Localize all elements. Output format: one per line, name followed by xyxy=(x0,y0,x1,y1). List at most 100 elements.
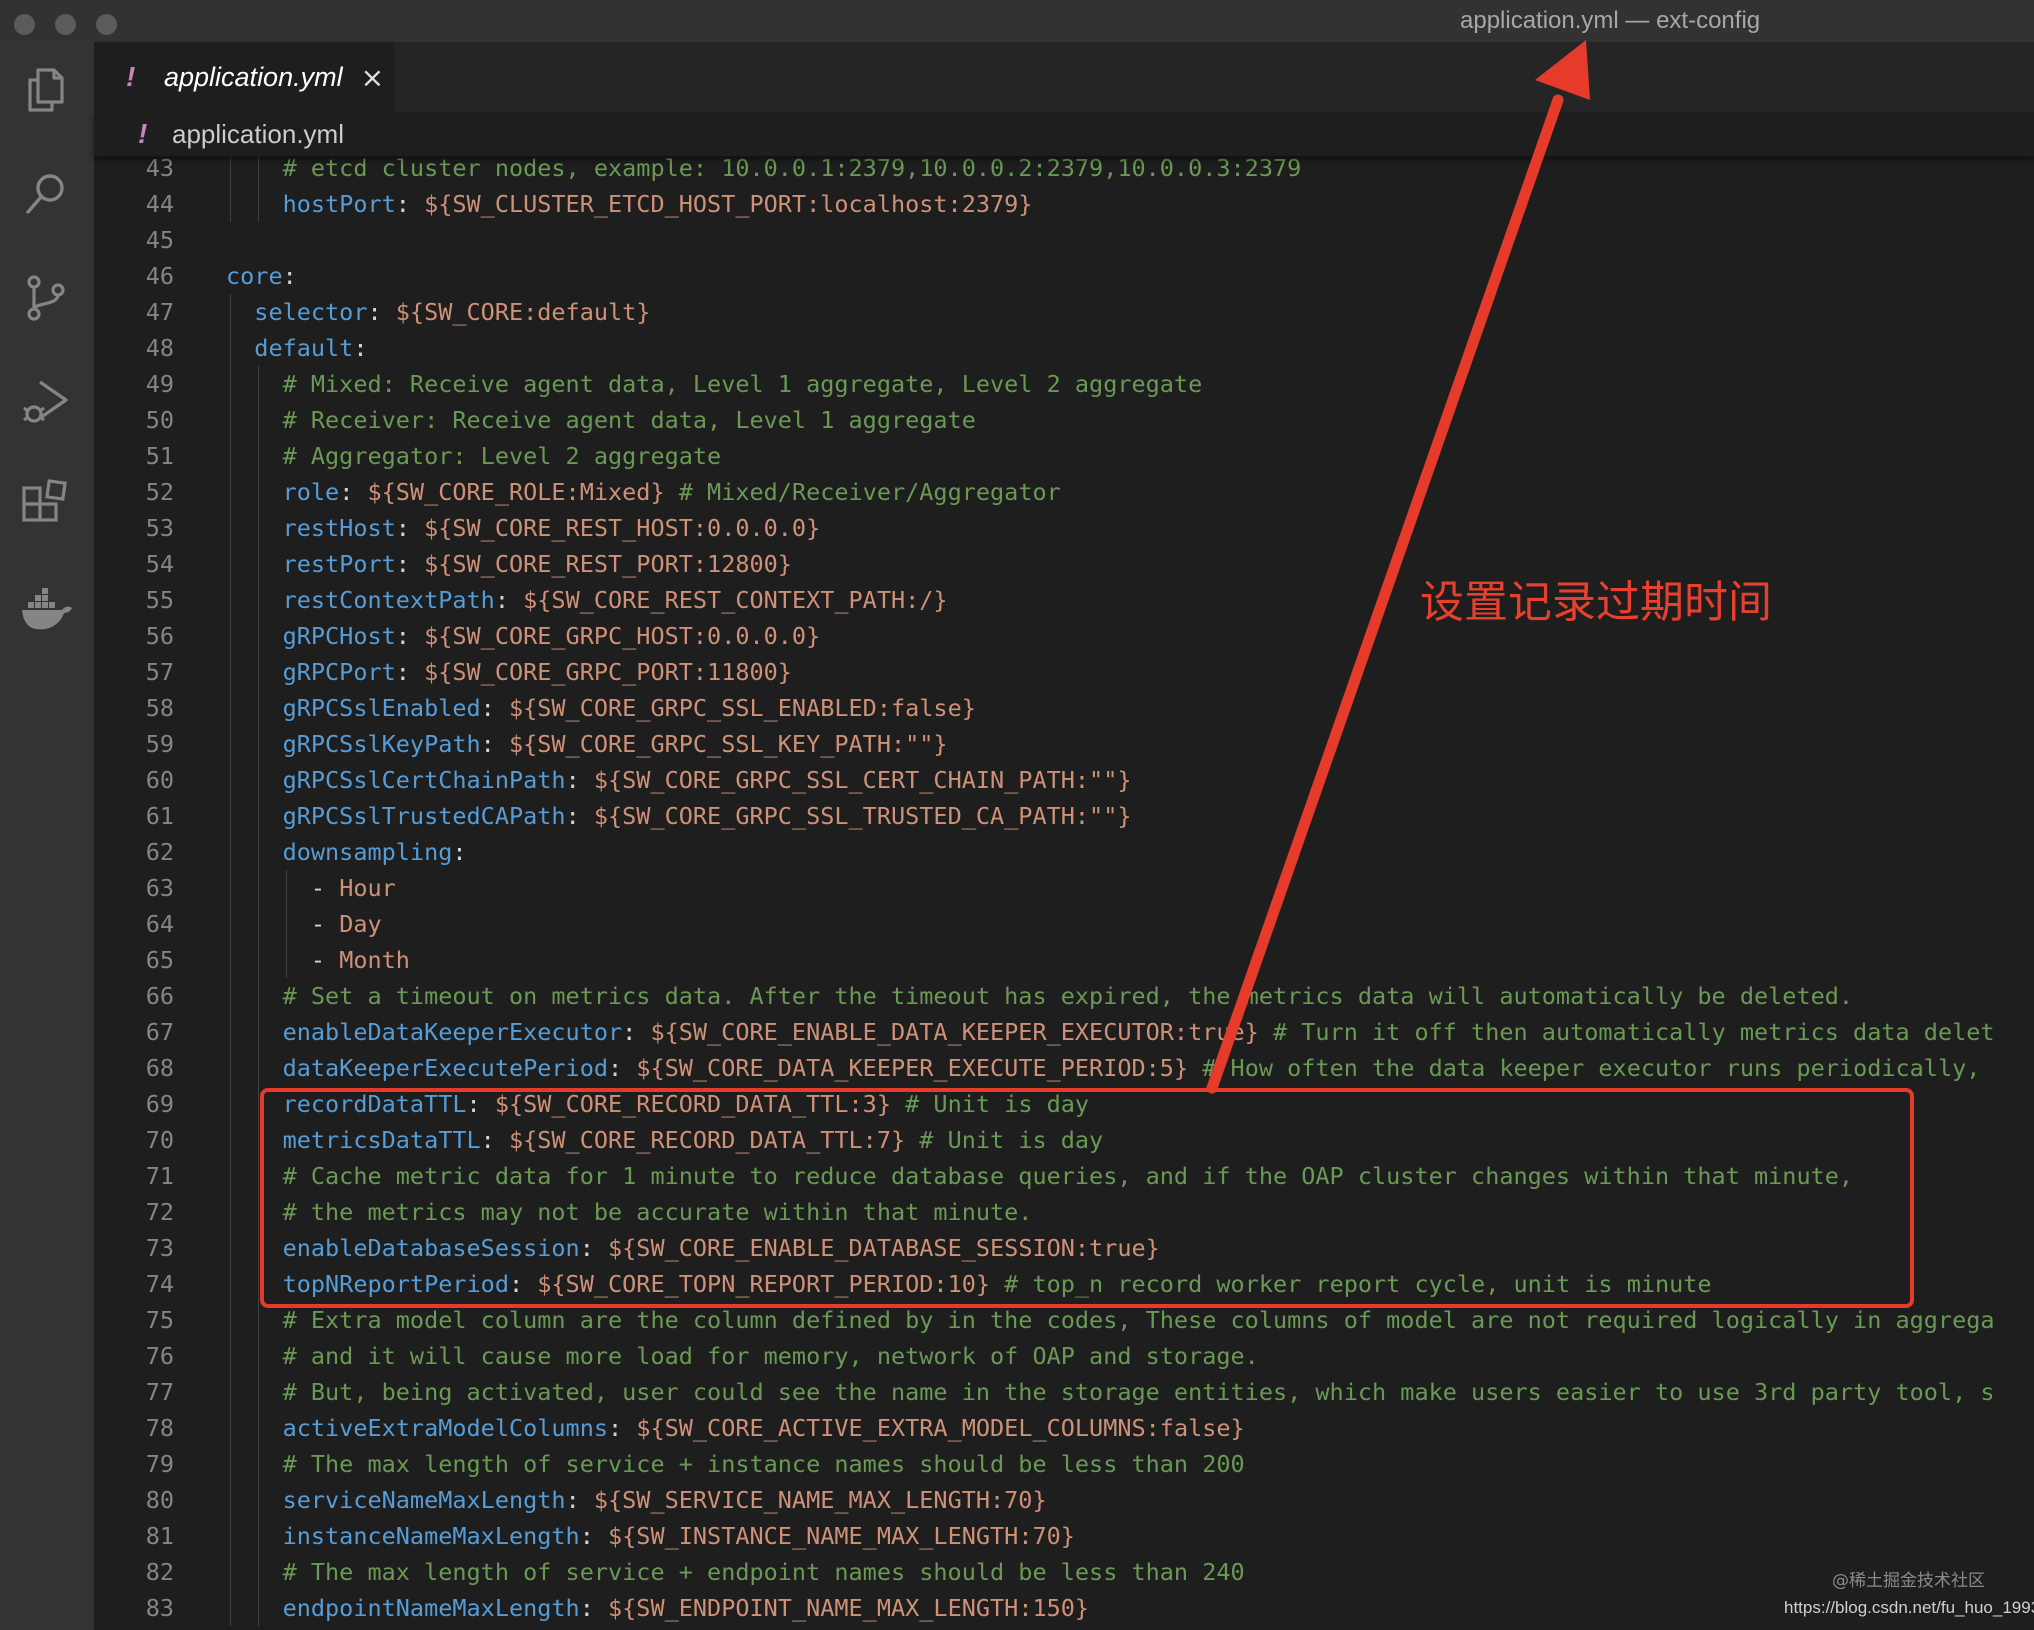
line-number: 66 xyxy=(145,982,174,1010)
indent-guide xyxy=(258,1446,259,1482)
yaml-punctuation: : xyxy=(395,514,425,542)
code-line[interactable]: 83 endpointNameMaxLength: ${SW_ENDPOINT_N… xyxy=(94,1590,2034,1626)
highlight-box xyxy=(260,1088,1914,1308)
indent-guide xyxy=(258,1374,259,1410)
code-line[interactable]: 60 gRPCSslCertChainPath: ${SW_CORE_GRPC_S… xyxy=(94,762,2034,798)
code-line[interactable]: 79 # The max length of service + instance… xyxy=(94,1446,2034,1482)
extensions-icon[interactable] xyxy=(18,478,74,534)
yaml-value: Hour xyxy=(339,874,396,902)
yaml-comment: # etcd cluster nodes, example: 10.0.0.1:… xyxy=(282,154,1302,182)
code-line[interactable]: 47 selector: ${SW_CORE:default} xyxy=(94,294,2034,330)
close-tab-icon[interactable]: × xyxy=(361,61,384,94)
code-line[interactable]: 65 - Month xyxy=(94,942,2034,978)
minimize-window-button[interactable] xyxy=(55,14,76,35)
code-line[interactable]: 44 hostPort: ${SW_CLUSTER_ETCD_HOST_PORT:… xyxy=(94,186,2034,222)
yaml-punctuation: : xyxy=(622,1018,651,1046)
indent-guide xyxy=(258,834,259,870)
indent-guide xyxy=(230,1266,231,1302)
indent-guide xyxy=(286,942,287,978)
indent-guide xyxy=(258,510,259,546)
code-line[interactable]: 64 - Day xyxy=(94,906,2034,942)
line-number: 56 xyxy=(145,622,174,650)
code-text: endpointNameMaxLength: ${SW_ENDPOINT_NAM… xyxy=(283,1590,1089,1626)
code-line[interactable]: 59 gRPCSslKeyPath: ${SW_CORE_GRPC_SSL_KEY… xyxy=(94,726,2034,762)
code-line[interactable]: 76 # and it will cause more load for memo… xyxy=(94,1338,2034,1374)
yaml-key: gRPCHost xyxy=(282,622,396,650)
indent-guide xyxy=(286,906,287,942)
yaml-key: gRPCSslCertChainPath xyxy=(282,766,566,794)
indent-guide xyxy=(230,1410,231,1446)
code-line[interactable]: 63 - Hour xyxy=(94,870,2034,906)
indent-guide xyxy=(258,762,259,798)
code-line[interactable]: 58 gRPCSslEnabled: ${SW_CORE_GRPC_SSL_ENA… xyxy=(94,690,2034,726)
line-number: 64 xyxy=(145,910,174,938)
code-text: # Receiver: Receive agent data, Level 1 … xyxy=(283,402,976,438)
yaml-value: Day xyxy=(339,910,382,938)
search-icon[interactable] xyxy=(18,166,74,222)
code-text: restPort: ${SW_CORE_REST_PORT:12800} xyxy=(283,546,792,582)
code-line[interactable]: 50 # Receiver: Receive agent data, Level … xyxy=(94,402,2034,438)
code-line[interactable]: 77 # But, being activated, user could see… xyxy=(94,1374,2034,1410)
yaml-punctuation: : xyxy=(353,334,368,362)
line-number: 71 xyxy=(145,1162,174,1190)
line-number: 62 xyxy=(145,838,174,866)
indent-guide xyxy=(230,942,231,978)
code-line[interactable]: 61 gRPCSslTrustedCAPath: ${SW_CORE_GRPC_S… xyxy=(94,798,2034,834)
code-line[interactable]: 81 instanceNameMaxLength: ${SW_INSTANCE_N… xyxy=(94,1518,2034,1554)
indent-guide xyxy=(230,906,231,942)
source-control-icon[interactable] xyxy=(18,270,74,326)
indent-guide xyxy=(258,906,259,942)
indent-guide xyxy=(286,870,287,906)
code-line[interactable]: 68 dataKeeperExecutePeriod: ${SW_CORE_DAT… xyxy=(94,1050,2034,1086)
code-line[interactable]: 80 serviceNameMaxLength: ${SW_SERVICE_NAM… xyxy=(94,1482,2034,1518)
code-line[interactable]: 46 core: xyxy=(94,258,2034,294)
code-line[interactable]: 82 # The max length of service + endpoint… xyxy=(94,1554,2034,1590)
indent-guide xyxy=(230,1374,231,1410)
indent-guide xyxy=(230,402,231,438)
line-number: 72 xyxy=(145,1198,174,1226)
zoom-window-button[interactable] xyxy=(96,14,117,35)
code-line[interactable]: 48 default: xyxy=(94,330,2034,366)
code-text: role: ${SW_CORE_ROLE:Mixed} # Mixed/Rece… xyxy=(283,474,1061,510)
explorer-icon[interactable] xyxy=(18,62,74,118)
docker-icon[interactable] xyxy=(18,582,74,638)
yaml-value: ${SW_CORE_GRPC_SSL_KEY_PATH:""} xyxy=(508,730,948,758)
tab-application-yml[interactable]: ! application.yml × xyxy=(94,42,394,112)
line-number: 58 xyxy=(145,694,174,722)
indent-guide xyxy=(230,798,231,834)
indent-guide xyxy=(258,402,259,438)
yaml-key: dataKeeperExecutePeriod xyxy=(282,1054,609,1082)
code-line[interactable]: 62 downsampling: xyxy=(94,834,2034,870)
code-line[interactable]: 78 activeExtraModelColumns: ${SW_CORE_ACT… xyxy=(94,1410,2034,1446)
code-line[interactable]: 51 # Aggregator: Level 2 aggregate xyxy=(94,438,2034,474)
yaml-punctuation: : xyxy=(367,298,396,326)
indent-guide xyxy=(258,618,259,654)
code-line[interactable]: 67 enableDataKeeperExecutor: ${SW_CORE_EN… xyxy=(94,1014,2034,1050)
yaml-punctuation: : xyxy=(282,262,297,290)
indent-guide xyxy=(230,1446,231,1482)
code-line[interactable]: 52 role: ${SW_CORE_ROLE:Mixed} # Mixed/Re… xyxy=(94,474,2034,510)
line-number: 50 xyxy=(145,406,174,434)
indent-guide xyxy=(230,366,231,402)
yaml-punctuation: : xyxy=(395,190,425,218)
indent-guide xyxy=(230,978,231,1014)
yaml-key: gRPCSslTrustedCAPath xyxy=(282,802,566,830)
code-text: core: xyxy=(226,258,297,294)
line-number: 70 xyxy=(145,1126,174,1154)
code-line[interactable]: 49 # Mixed: Receive agent data, Level 1 a… xyxy=(94,366,2034,402)
indent-guide xyxy=(230,870,231,906)
code-line[interactable]: 53 restHost: ${SW_CORE_REST_HOST:0.0.0.0} xyxy=(94,510,2034,546)
code-text: - Month xyxy=(311,942,410,978)
breadcrumb-file[interactable]: application.yml xyxy=(172,119,344,150)
yaml-key: downsampling xyxy=(282,838,453,866)
close-window-button[interactable] xyxy=(14,14,35,35)
code-line[interactable]: 57 gRPCPort: ${SW_CORE_GRPC_PORT:11800} xyxy=(94,654,2034,690)
code-line[interactable]: 45 xyxy=(94,222,2034,258)
yaml-punctuation: : xyxy=(565,802,594,830)
code-editor[interactable]: 43 # etcd cluster nodes, example: 10.0.0.… xyxy=(94,150,2034,1630)
code-text: # and it will cause more load for memory… xyxy=(283,1338,1259,1374)
line-number: 47 xyxy=(145,298,174,326)
indent-guide xyxy=(258,1230,259,1266)
code-line[interactable]: 66 # Set a timeout on metrics data. After… xyxy=(94,978,2034,1014)
run-debug-icon[interactable] xyxy=(18,374,74,430)
